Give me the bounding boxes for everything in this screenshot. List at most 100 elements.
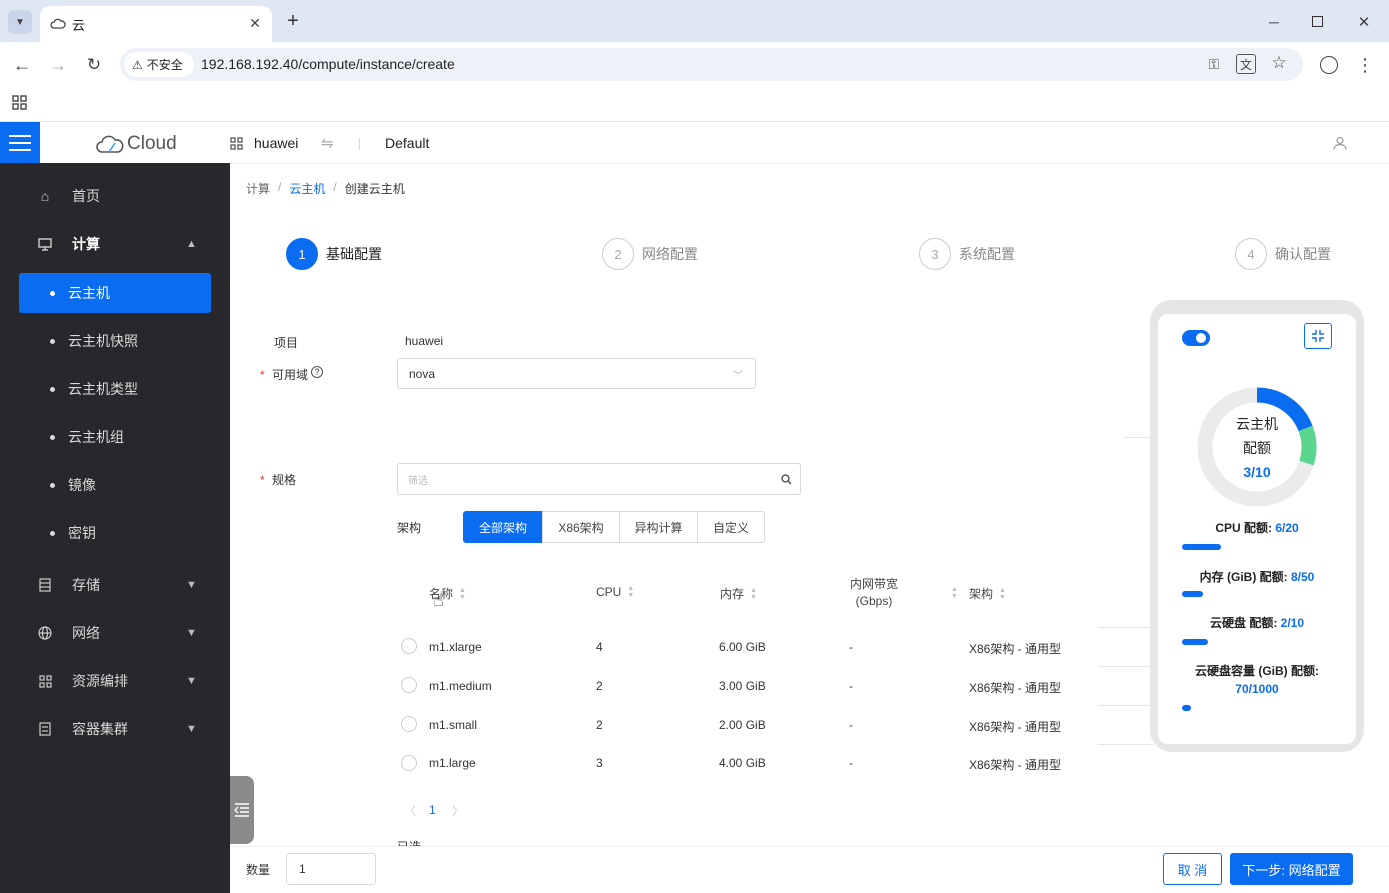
maximize-icon[interactable] xyxy=(1312,16,1323,27)
logo[interactable]: Cloud xyxy=(96,131,177,157)
collapse-sidebar-button[interactable] xyxy=(230,776,254,844)
sidebar-item-label: 计算 xyxy=(72,236,100,252)
sidebar-item-instance-snapshots[interactable]: 云主机快照 xyxy=(19,321,211,361)
row-bandwidth: - xyxy=(849,640,853,654)
tab-x86-arch[interactable]: X86架构 xyxy=(542,511,620,543)
quota-toggle-switch[interactable] xyxy=(1182,330,1210,346)
step-number: 2 xyxy=(602,238,634,270)
ring-title-line2: 配额 xyxy=(1243,440,1271,456)
project-name: huawei xyxy=(254,135,299,151)
translate-icon[interactable]: 文 xyxy=(1236,54,1256,74)
row-radio[interactable] xyxy=(401,638,417,654)
close-window-icon[interactable]: ✕ xyxy=(1352,10,1376,34)
close-tab-icon[interactable]: ✕ xyxy=(246,14,264,32)
tab-search-button[interactable]: ▼ xyxy=(8,10,32,34)
project-label: 项目 xyxy=(274,336,299,350)
minimize-icon[interactable]: ─ xyxy=(1262,10,1286,34)
count-label: 数量 xyxy=(246,863,271,877)
cancel-button[interactable]: 取 消 xyxy=(1163,853,1222,885)
address-bar[interactable]: ⚠ 不安全 192.168.192.40/compute/instance/cr… xyxy=(120,48,1303,81)
row-radio[interactable] xyxy=(401,716,417,732)
next-page-icon[interactable]: 〉 xyxy=(452,802,464,819)
url-text[interactable]: 192.168.192.40/compute/instance/create xyxy=(201,56,455,72)
sidebar-item-compute[interactable]: 计算 ▲ xyxy=(0,224,230,264)
filter-input[interactable]: 筛选 xyxy=(397,463,801,495)
sidebar-item-label: 资源编排 xyxy=(72,673,128,689)
volume-capacity-quota-label: 云硬盘容量 (GiB) 配额: 70/1000 xyxy=(1166,662,1348,698)
step-label: 网络配置 xyxy=(642,246,698,262)
breadcrumb-instances[interactable]: 云主机 xyxy=(289,180,325,197)
volume-quota-label: 云硬盘 配额: 2/10 xyxy=(1166,614,1348,631)
step-confirm-config[interactable]: 4 确认配置 xyxy=(1235,238,1331,270)
col-header-label: 架构 xyxy=(969,587,994,601)
sidebar-item-label: 首页 xyxy=(72,188,100,204)
bullet-dot xyxy=(50,482,55,488)
bullet-dot xyxy=(50,290,55,296)
prev-page-icon[interactable]: 〈 xyxy=(404,802,416,819)
sort-icon: ▲ ▼ xyxy=(750,586,757,601)
forward-icon[interactable]: → xyxy=(46,54,70,76)
user-icon[interactable] xyxy=(1333,136,1347,150)
step-basic-config[interactable]: 1 基础配置 xyxy=(286,238,382,270)
kebab-menu-icon[interactable]: ⋮ xyxy=(1355,54,1375,76)
sidebar-item-keypairs[interactable]: 密钥 xyxy=(19,513,211,553)
menu-toggle-button[interactable] xyxy=(0,122,40,164)
collapse-panel-button[interactable] xyxy=(1304,323,1332,349)
step-number: 3 xyxy=(919,238,951,270)
security-chip[interactable]: ⚠ 不安全 xyxy=(124,52,194,77)
az-label: 可用域 xyxy=(272,368,309,382)
help-icon[interactable]: ? xyxy=(311,366,323,378)
browser-tab[interactable]: 云 ✕ xyxy=(40,6,272,42)
count-input[interactable]: 1 xyxy=(286,853,376,885)
bullet-dot xyxy=(50,386,55,392)
next-step-button[interactable]: 下一步: 网络配置 xyxy=(1230,853,1353,885)
bookmark-star-icon[interactable]: ☆ xyxy=(1269,53,1289,73)
page-number[interactable]: 1 xyxy=(429,803,436,817)
sidebar-item-storage[interactable]: 存储 ▼ xyxy=(0,565,230,605)
globe-icon xyxy=(36,624,54,642)
grid-icon xyxy=(36,672,54,690)
search-icon xyxy=(781,474,792,485)
sidebar-item-images[interactable]: 镜像 xyxy=(19,465,211,505)
col-header-cpu[interactable]: CPU ▲ ▼ xyxy=(596,585,634,599)
back-icon[interactable]: ← xyxy=(10,54,34,76)
tab-custom[interactable]: 自定义 xyxy=(697,511,765,543)
tab-all-arch[interactable]: 全部架构 xyxy=(463,511,543,543)
sidebar-item-label: 密钥 xyxy=(68,525,96,541)
step-network-config[interactable]: 2 网络配置 xyxy=(602,238,698,270)
new-tab-button[interactable]: + xyxy=(282,10,304,32)
row-arch: X86架构 - 通用型 xyxy=(969,681,1062,695)
sidebar-item-label: 云主机快照 xyxy=(68,333,138,349)
sidebar-item-label: 云主机组 xyxy=(68,429,124,445)
cluster-icon xyxy=(36,720,54,738)
mouse-cursor: ☝ xyxy=(433,590,444,610)
sidebar-item-container-cluster[interactable]: 容器集群 ▼ xyxy=(0,709,230,749)
step-system-config[interactable]: 3 系统配置 xyxy=(919,238,1015,270)
reload-icon[interactable]: ↻ xyxy=(82,54,106,76)
sidebar-item-instances[interactable]: 云主机 xyxy=(19,273,211,313)
row-radio[interactable] xyxy=(401,677,417,693)
sidebar-item-orchestration[interactable]: 资源编排 ▼ xyxy=(0,661,230,701)
tab-heterogeneous[interactable]: 异构计算 xyxy=(619,511,698,543)
az-select[interactable]: nova ﹀ xyxy=(397,358,756,389)
project-switcher[interactable]: huawei xyxy=(230,134,298,152)
hamburger-icon xyxy=(9,135,31,151)
sort-icon[interactable]: ▲ ▼ xyxy=(951,586,958,600)
sidebar-item-network[interactable]: 网络 ▼ xyxy=(0,613,230,653)
profile-icon[interactable] xyxy=(1320,56,1338,74)
apps-grid-icon[interactable] xyxy=(12,95,27,110)
sidebar-item-home[interactable]: ⌂ 首页 xyxy=(0,176,230,216)
az-select-value: nova xyxy=(409,366,436,381)
row-radio[interactable] xyxy=(401,755,417,771)
switch-icon[interactable]: ⇋ xyxy=(321,134,334,152)
sidebar-item-server-groups[interactable]: 云主机组 xyxy=(19,417,211,457)
col-header-memory[interactable]: 内存 ▲ ▼ xyxy=(720,585,757,602)
sidebar-item-flavors[interactable]: 云主机类型 xyxy=(19,369,211,409)
breadcrumb-separator: / xyxy=(278,180,282,194)
key-icon[interactable]: ⚿ xyxy=(1204,54,1224,74)
filter-placeholder: 筛选 xyxy=(408,475,428,487)
table-divider xyxy=(1098,705,1153,706)
col-header-bandwidth[interactable]: 内网带宽 (Gbps) xyxy=(846,576,902,610)
col-header-arch[interactable]: 架构 ▲ ▼ xyxy=(969,585,1006,602)
breadcrumb-compute[interactable]: 计算 xyxy=(246,180,270,197)
